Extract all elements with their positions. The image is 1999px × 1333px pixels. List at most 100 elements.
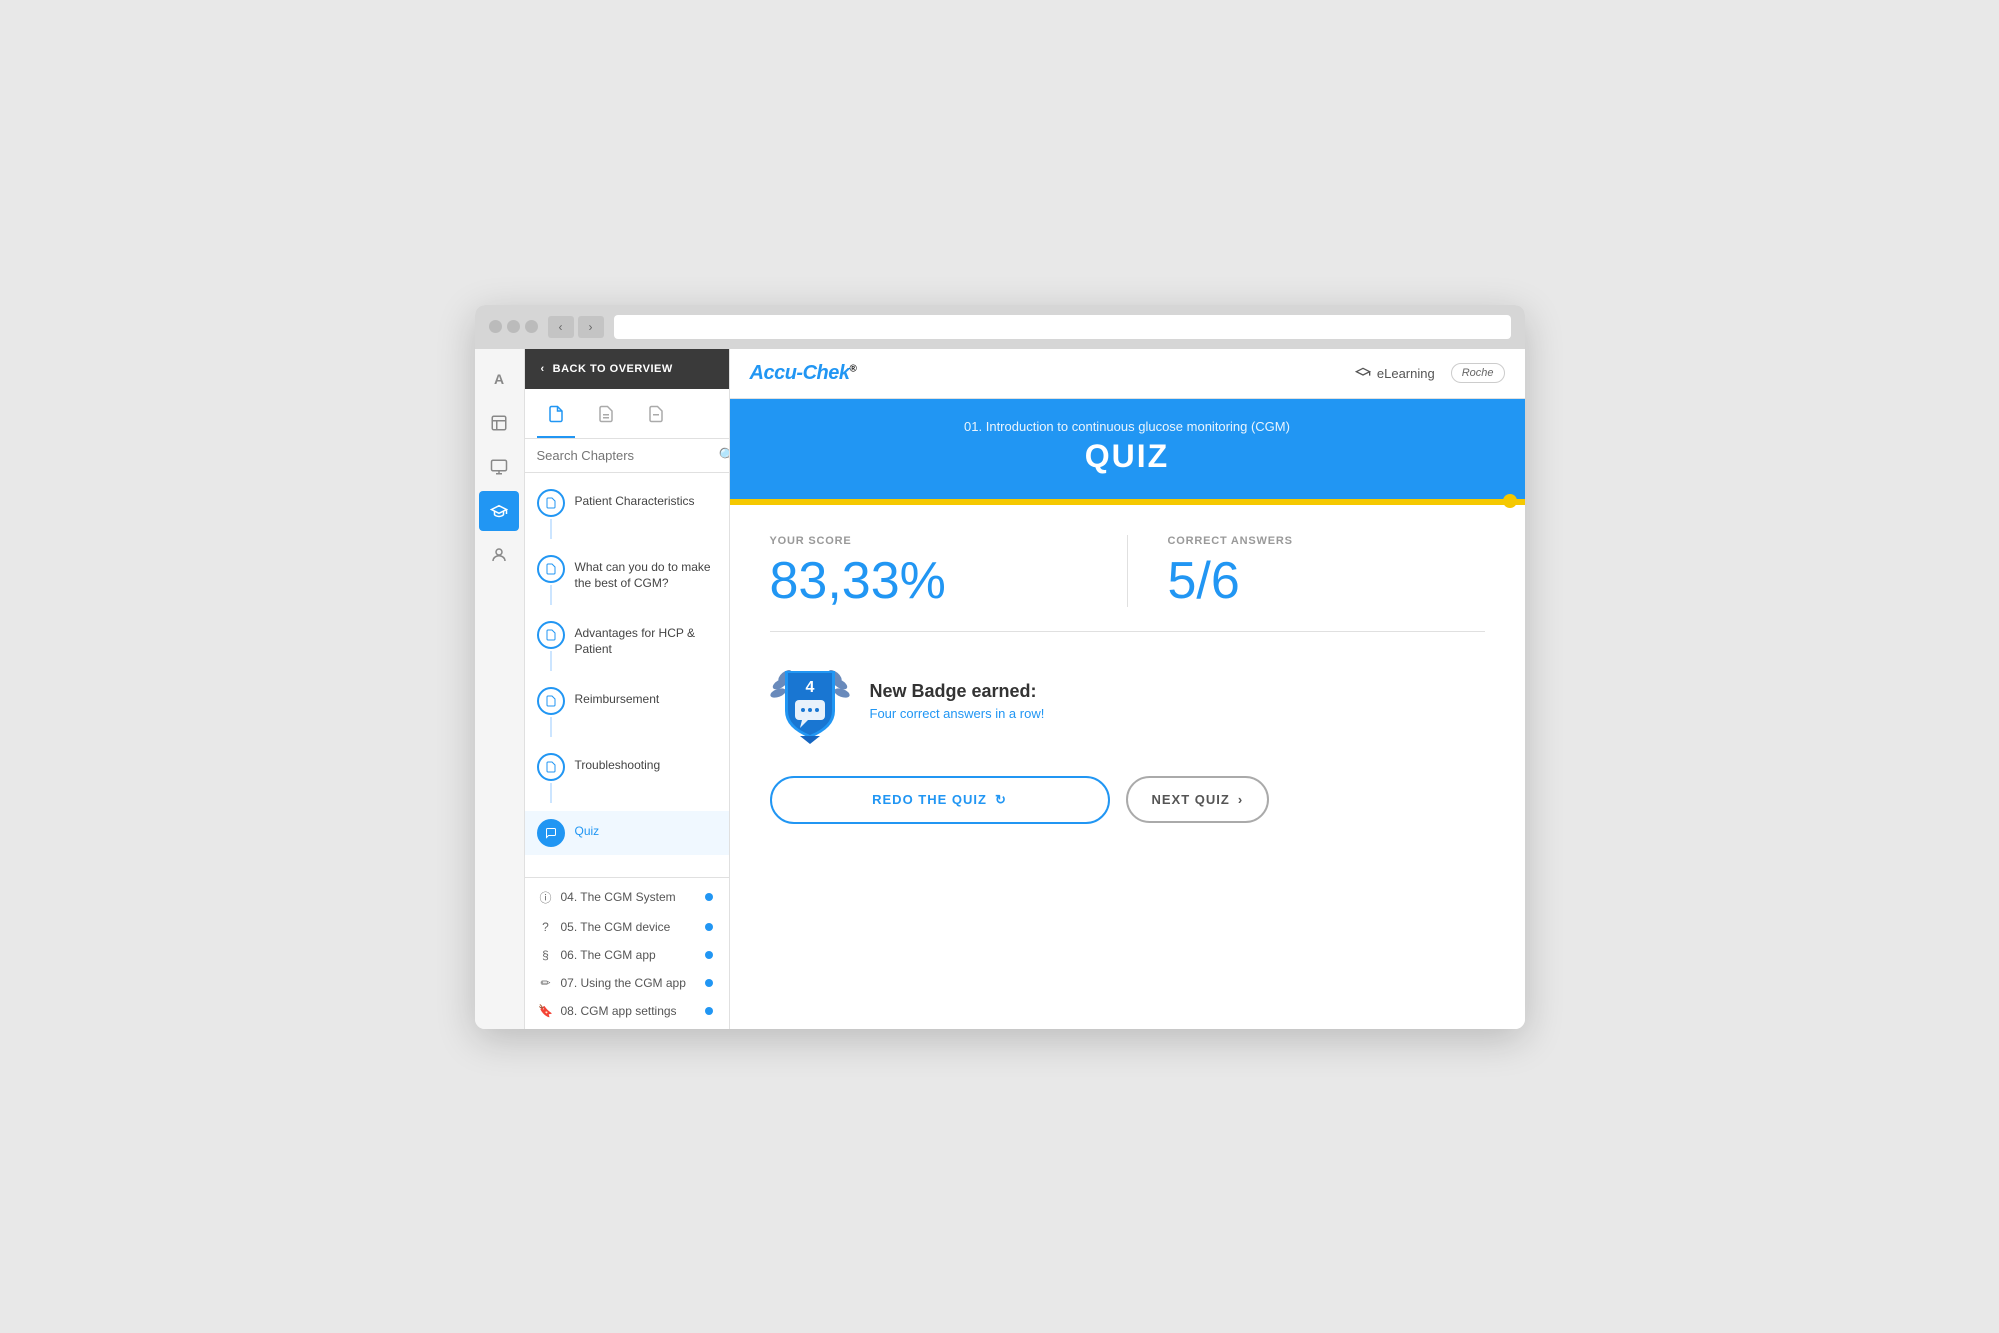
module-list: ⓘ 04. The CGM System ? 05. The CGM devic… (525, 877, 729, 1029)
module-item-04[interactable]: ⓘ 04. The CGM System (525, 882, 729, 913)
chapter-text-2: What can you do to make the best of CGM? (575, 555, 717, 593)
chapter-doc-icon-3 (537, 621, 565, 649)
chapter-line-5 (550, 783, 552, 803)
module-item-05[interactable]: ? 05. The CGM device (525, 913, 729, 941)
chapter-item-quiz[interactable]: Quiz (525, 811, 729, 855)
chapter-connector-3 (537, 621, 565, 671)
search-icon: 🔍 (719, 447, 730, 464)
chapter-connector-4 (537, 687, 565, 737)
chapter-line-2 (550, 585, 552, 605)
chapter-connector-2 (537, 555, 565, 605)
chapter-doc-icon-4 (537, 687, 565, 715)
badge-earned-title: New Badge earned: (870, 681, 1045, 702)
elearning-badge: eLearning (1355, 365, 1435, 381)
dot-red (489, 320, 502, 333)
redo-label: REDO THE QUIZ (872, 792, 987, 807)
question-icon: ? (537, 920, 555, 934)
chapter-doc-icon (537, 489, 565, 517)
score-block-answers: CORRECT ANSWERS 5/6 (1127, 535, 1485, 607)
tab-list[interactable] (587, 397, 625, 438)
badge-earned-subtitle: Four correct answers in a row! (870, 706, 1045, 721)
dot-yellow (507, 320, 520, 333)
chapter-text-3: Advantages for HCP & Patient (575, 621, 717, 659)
chapter-text-4: Reimbursement (575, 687, 660, 708)
chapter-item-advantages[interactable]: Advantages for HCP & Patient (525, 613, 729, 679)
browser-chrome: ‹ › (475, 305, 1525, 349)
chapter-item-cgm[interactable]: What can you do to make the best of CGM? (525, 547, 729, 613)
quiz-title: QUIZ (770, 438, 1485, 475)
score-block-percent: YOUR SCORE 83,33% (770, 535, 1127, 607)
dot-green (525, 320, 538, 333)
chapter-text: Patient Characteristics (575, 489, 695, 510)
module-item-08[interactable]: 🔖 08. CGM app settings (525, 997, 729, 1025)
chapter-text-5: Troubleshooting (575, 753, 661, 774)
next-quiz-button[interactable]: NEXT QUIZ › (1126, 776, 1270, 823)
chapter-line-4 (550, 717, 552, 737)
chapter-item-troubleshoot[interactable]: Troubleshooting (525, 745, 729, 811)
rail-item-package[interactable] (479, 403, 519, 443)
chapter-list: Patient Characteristics What can you do … (525, 473, 729, 877)
url-bar[interactable] (614, 315, 1511, 339)
sidebar: ‹ BACK TO OVERVIEW 🔍 (525, 349, 730, 1029)
pencil-icon: ✏ (537, 976, 555, 990)
chapter-text-quiz: Quiz (575, 819, 600, 840)
correct-answers-value: 5/6 (1168, 555, 1485, 607)
rail-item-user[interactable] (479, 535, 519, 575)
icon-rail: A (475, 349, 525, 1029)
chapter-connector-5 (537, 753, 565, 803)
module-dot-04 (705, 893, 713, 901)
chapter-doc-icon-2 (537, 555, 565, 583)
module-dot-08 (705, 1007, 713, 1015)
info-icon: ⓘ (537, 889, 555, 906)
search-input[interactable] (537, 448, 713, 463)
tab-notes[interactable] (637, 397, 675, 438)
nav-forward[interactable]: › (578, 316, 604, 338)
scores-row: YOUR SCORE 83,33% CORRECT ANSWERS 5/6 (770, 535, 1485, 632)
chapter-quiz-icon (537, 819, 565, 847)
chapter-line (550, 519, 552, 539)
correct-answers-label: CORRECT ANSWERS (1168, 535, 1485, 547)
module-item-06[interactable]: § 06. The CGM app (525, 941, 729, 969)
bookmark-icon: 🔖 (537, 1004, 555, 1018)
badge-shield: 4 (770, 656, 850, 746)
chapter-item-patient[interactable]: Patient Characteristics (525, 481, 729, 547)
actions-row: REDO THE QUIZ ↻ NEXT QUIZ › (770, 776, 1485, 824)
chapter-connector-6 (537, 819, 565, 847)
module-dot-07 (705, 979, 713, 987)
module-label-04: 04. The CGM System (561, 890, 676, 904)
back-btn-label: BACK TO OVERVIEW (553, 363, 673, 375)
top-nav: Accu-Chek® eLearning Roche (730, 349, 1525, 399)
sidebar-tabs (525, 389, 729, 439)
quiz-header: 01. Introduction to continuous glucose m… (730, 399, 1525, 499)
rail-item-info[interactable]: A (479, 359, 519, 399)
module-label-07: 07. Using the CGM app (561, 976, 686, 990)
next-label: NEXT QUIZ (1152, 792, 1230, 807)
your-score-label: YOUR SCORE (770, 535, 1087, 547)
back-to-overview-button[interactable]: ‹ BACK TO OVERVIEW (525, 349, 729, 389)
module-label-08: 08. CGM app settings (561, 1004, 677, 1018)
quiz-subtitle: 01. Introduction to continuous glucose m… (770, 419, 1485, 434)
elearning-label: eLearning (1377, 366, 1435, 381)
redo-icon: ↻ (995, 792, 1007, 808)
chevron-left-icon: ‹ (541, 363, 545, 375)
chapter-item-reimburse[interactable]: Reimbursement (525, 679, 729, 745)
badge-text-block: New Badge earned: Four correct answers i… (870, 681, 1045, 721)
rail-item-elearning[interactable] (479, 491, 519, 531)
module-dot-06 (705, 951, 713, 959)
nav-back[interactable]: ‹ (548, 316, 574, 338)
rail-item-screen[interactable] (479, 447, 519, 487)
browser-dots (489, 320, 538, 333)
section-icon: § (537, 948, 555, 962)
chapter-doc-icon-5 (537, 753, 565, 781)
module-item-07[interactable]: ✏ 07. Using the CGM app (525, 969, 729, 997)
module-dot-05 (705, 923, 713, 931)
module-label-06: 06. The CGM app (561, 948, 656, 962)
search-box: 🔍 (525, 439, 729, 473)
roche-logo: Roche (1451, 363, 1505, 383)
progress-end-dot (1503, 494, 1517, 508)
main-content: Accu-Chek® eLearning Roche 01. Introduct… (730, 349, 1525, 1029)
your-score-value: 83,33% (770, 555, 1087, 607)
redo-quiz-button[interactable]: REDO THE QUIZ ↻ (770, 776, 1110, 824)
browser-nav: ‹ › (548, 316, 604, 338)
tab-document[interactable] (537, 397, 575, 438)
